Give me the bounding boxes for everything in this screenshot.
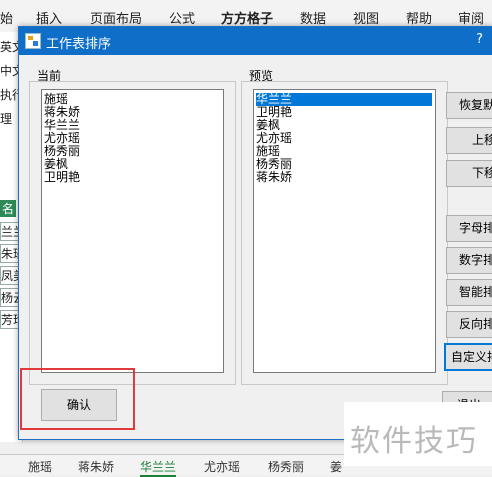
watermark: 软件技巧 [344, 402, 492, 466]
sheet-tab-active[interactable]: 华兰兰 [140, 458, 177, 477]
numeric-sort-button[interactable]: 数字排序 [446, 247, 492, 274]
ribbon-tab-home[interactable]: 始 [0, 8, 13, 27]
alpha-sort-button[interactable]: 字母排序 [446, 215, 492, 242]
sheet-tab[interactable]: 杨秀丽 [268, 458, 304, 475]
smart-sort-button[interactable]: 智能排序 [446, 279, 492, 306]
reverse-sort-button[interactable]: 反向排序 [446, 311, 492, 338]
move-up-button[interactable]: 上移 [446, 127, 492, 154]
sheet-tab[interactable]: 蒋朱娇 [78, 458, 114, 475]
strip-header-cell: 名 [0, 200, 17, 217]
highlight-box [20, 368, 135, 430]
sheet-tab[interactable]: 尤亦瑶 [204, 458, 240, 475]
watermark-text: 软件技巧 [350, 424, 478, 459]
ribbon-tab-page-layout[interactable]: 页面布局 [90, 8, 142, 27]
list-item[interactable]: 卫明艳 [44, 171, 80, 184]
ribbon-tab-review[interactable]: 审阅 [458, 8, 484, 27]
list-item[interactable]: 蒋朱娇 [256, 171, 292, 184]
sheet-tab[interactable]: 施瑶 [28, 458, 52, 475]
preview-listbox[interactable]: 华兰兰 卫明艳 姜枫 尤亦瑶 施瑶 杨秀丽 蒋朱娇 [253, 89, 436, 373]
ribbon-tab-insert[interactable]: 插入 [36, 8, 62, 27]
strip-text: 理 [0, 112, 13, 126]
ribbon-tab-view[interactable]: 视图 [353, 8, 379, 27]
dialog-title: 工作表排序 [46, 37, 112, 52]
restore-default-button[interactable]: 恢复默认 [446, 92, 492, 119]
ribbon-tab-data[interactable]: 数据 [300, 8, 326, 27]
sheet-tab[interactable]: 姜 [330, 458, 342, 475]
app-icon [25, 33, 41, 49]
custom-sort-button[interactable]: 自定义排序 [444, 343, 492, 371]
current-listbox[interactable]: 施瑶 蒋朱娇 华兰兰 尤亦瑶 杨秀丽 姜枫 卫明艳 [41, 89, 224, 373]
help-icon[interactable]: ? [476, 32, 483, 47]
ribbon-tab-fangfang[interactable]: 方方格子 [221, 8, 273, 27]
move-down-button[interactable]: 下移 [446, 160, 492, 187]
dialog-titlebar[interactable]: 工作表排序 ? [19, 27, 492, 55]
ribbon-tab-formulas[interactable]: 公式 [169, 8, 195, 27]
ribbon-tab-help[interactable]: 帮助 [406, 8, 432, 27]
